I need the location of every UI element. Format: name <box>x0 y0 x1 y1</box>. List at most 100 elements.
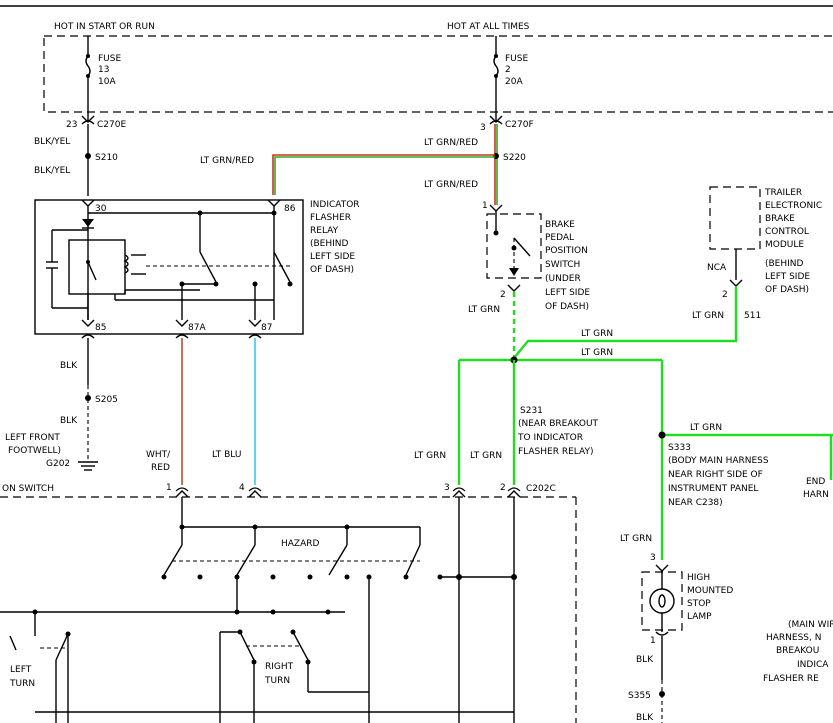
splice-s220 <box>493 153 499 159</box>
s220-label: S220 <box>503 153 526 163</box>
fuse-2-number: 2 <box>505 65 511 75</box>
svg-text:NEAR RIGHT SIDE OF: NEAR RIGHT SIDE OF <box>668 470 763 480</box>
svg-text:OF DASH): OF DASH) <box>765 285 809 295</box>
flasher-relay-internals: 30 86 85 87A 87 <box>46 199 296 333</box>
wiring-diagram: HOT IN START OR RUN HOT AT ALL TIMES FUS… <box>0 5 833 723</box>
wire-lt-grn-red-mid: LT GRN/RED <box>424 180 478 190</box>
wire-blk-lamp-lower-label: BLK <box>636 713 654 723</box>
svg-text:INDICA: INDICA <box>797 660 829 670</box>
wire-blk-lower: BLK <box>60 416 78 426</box>
wire-blk-upper: BLK <box>60 361 78 371</box>
c270f-label: C270F <box>505 120 534 130</box>
wire-blk-yel-upper: BLK/YEL <box>34 137 70 147</box>
wire-lt-grn-red-top: LT GRN/RED <box>424 138 478 148</box>
c270e-label: C270E <box>97 120 126 130</box>
flasher-relay-box <box>34 199 304 335</box>
svg-text:LEFT SIDE: LEFT SIDE <box>310 252 355 262</box>
wire-lt-grn-bus-label: LT GRN <box>581 348 613 358</box>
splice-s333 <box>658 431 666 439</box>
svg-text:MODULE: MODULE <box>765 240 804 250</box>
svg-text:NEAR C238): NEAR C238) <box>668 498 723 508</box>
svg-text:(BEHIND: (BEHIND <box>310 239 349 249</box>
svg-text:STOP: STOP <box>687 599 711 609</box>
fuse-box-outline <box>43 35 833 113</box>
wire-lt-grn-lamp-label: LT GRN <box>620 534 652 544</box>
relay-pin-86: 86 <box>284 204 296 214</box>
trailer-pin-2: 2 <box>722 290 728 300</box>
s210-label: S210 <box>95 153 118 163</box>
s231-label: S231 (NEAR BREAKOUT TO INDICATOR FLASHER… <box>517 406 599 457</box>
svg-text:(UNDER: (UNDER <box>545 274 581 284</box>
wire-lt-grn-red-relay: LT GRN/RED <box>200 156 254 166</box>
svg-text:(BEHIND: (BEHIND <box>765 259 804 269</box>
splice-s205 <box>85 395 91 401</box>
svg-text:TRAILER: TRAILER <box>764 188 802 198</box>
trailer-nca-label: NCA <box>707 263 727 273</box>
c202c-pin-4: 4 <box>239 483 245 493</box>
end-label-2: HARN <box>803 490 829 500</box>
svg-text:S333: S333 <box>668 443 691 453</box>
flasher-relay-label: INDICATOR FLASHER RELAY (BEHIND LEFT SID… <box>310 200 360 275</box>
fuse-13-number: 13 <box>98 65 109 75</box>
svg-text:FLASHER: FLASHER <box>310 213 351 223</box>
ignition-switch-label: ON SWITCH <box>2 484 54 494</box>
brake-switch-pin-2: 2 <box>500 290 506 300</box>
turn-switch: LEFT TURN RIGHT TURN <box>0 609 514 723</box>
ground-g202: LEFT FRONT FOOTWELL) G202 <box>5 433 98 471</box>
wire-blk-yel-lower: BLK/YEL <box>34 166 70 176</box>
svg-text:BRAKE: BRAKE <box>765 214 795 224</box>
fuse-2: FUSE 2 20A <box>493 36 528 122</box>
svg-text:RELAY: RELAY <box>310 226 339 236</box>
trailer-module-outline <box>709 186 761 250</box>
left-turn-label-2: TURN <box>9 679 35 689</box>
splice-s210 <box>85 153 91 159</box>
hot-in-start-run-label: HOT IN START OR RUN <box>54 22 155 32</box>
svg-text:INSTRUMENT PANEL: INSTRUMENT PANEL <box>668 484 758 494</box>
fuse-13-rating: 10A <box>98 77 116 87</box>
left-turn-label-1: LEFT <box>10 665 32 675</box>
wire-lt-grn-brake-label: LT GRN <box>468 305 500 315</box>
circuit-511-label: 511 <box>744 311 761 321</box>
high-mounted-stop-lamp: HIGH MOUNTED STOP LAMP <box>641 564 733 636</box>
main-wiring-note: (MAIN WIR HARNESS, N BREAKOU INDICA FLAS… <box>763 620 833 684</box>
svg-text:INDICATOR: INDICATOR <box>310 200 360 210</box>
fuse-13-label: FUSE <box>98 54 121 64</box>
fuse-2-label: FUSE <box>505 54 528 64</box>
svg-text:BREAKOU: BREAKOU <box>776 646 819 656</box>
splice-s355 <box>659 691 665 697</box>
c202c-pin-3: 3 <box>444 483 450 493</box>
brake-switch: 2 <box>493 211 531 300</box>
right-turn-label-2: TURN <box>264 676 290 686</box>
connector-c270e: 23 C270E <box>66 115 126 130</box>
wire-blk-lamp-label: BLK <box>636 655 654 665</box>
wire-lt-grn-body-label: LT GRN <box>690 423 722 433</box>
svg-text:HARNESS, N: HARNESS, N <box>766 633 821 643</box>
svg-text:(NEAR BREAKOUT: (NEAR BREAKOUT <box>518 419 599 429</box>
c202c-label: C202C <box>526 484 556 494</box>
svg-text:CONTROL: CONTROL <box>765 227 809 237</box>
c270f-pin: 3 <box>480 123 486 133</box>
c270e-pin: 23 <box>66 120 77 130</box>
hazard-label: HAZARD <box>281 539 320 549</box>
svg-text:FLASHER RELAY): FLASHER RELAY) <box>518 447 593 457</box>
wire-lt-grn-upper-label: LT GRN <box>581 329 613 339</box>
svg-text:POSITION: POSITION <box>545 246 588 256</box>
relay-pin-87: 87 <box>261 323 272 333</box>
hot-at-all-times-label: HOT AT ALL TIMES <box>447 22 530 32</box>
fuse-13: FUSE 13 10A <box>85 36 121 122</box>
stop-lamp-pin-3: 3 <box>650 553 656 563</box>
wire-lt-grn-trailer: LT GRN <box>692 311 724 321</box>
svg-text:FOOTWELL): FOOTWELL) <box>8 446 61 456</box>
svg-text:TO INDICATOR: TO INDICATOR <box>517 433 583 443</box>
wire-lt-blu-label: LT BLU <box>212 450 241 460</box>
svg-text:LEFT SIDE: LEFT SIDE <box>765 272 810 282</box>
relay-pin-85: 85 <box>95 323 106 333</box>
wire-lt-grn-pin2-label: LT GRN <box>470 451 502 461</box>
fuse-2-rating: 20A <box>505 77 523 87</box>
s333-label: S333 (BODY MAIN HARNESS NEAR RIGHT SIDE … <box>668 443 769 508</box>
svg-text:LAMP: LAMP <box>687 612 712 622</box>
right-turn-label-1: RIGHT <box>265 662 294 672</box>
hazard-switch: HAZARD <box>161 497 517 723</box>
brake-switch-label: BRAKE PEDAL POSITION SWITCH (UNDER LEFT … <box>545 220 590 312</box>
svg-text:PEDAL: PEDAL <box>545 233 574 243</box>
